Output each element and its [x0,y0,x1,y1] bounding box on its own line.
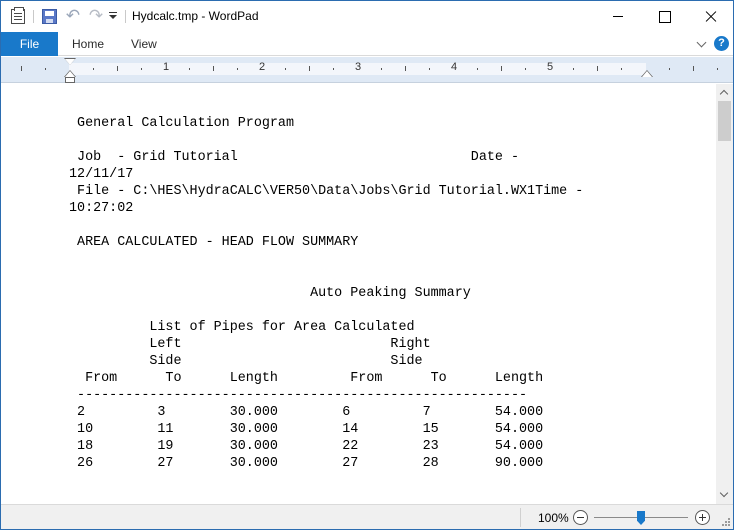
ruler-mark [429,68,430,70]
help-icon[interactable]: ? [714,36,729,51]
ruler-mark [93,68,94,70]
ruler-mark [141,68,142,70]
zoom-slider-thumb[interactable] [637,511,645,525]
ruler-mark [669,68,670,70]
title-bar[interactable]: ↶ ↷ Hydcalc.tmp - WordPad [1,1,733,32]
document-line[interactable]: Auto Peaking Summary [69,285,709,302]
ruler-mark [117,66,118,71]
zoom-level[interactable]: 100% [538,511,569,525]
first-line-indent-marker-fill [65,59,75,65]
scroll-down-arrow-icon[interactable] [716,487,733,504]
ruler-mark [405,66,406,71]
title-separator [33,10,34,23]
document-line[interactable] [69,302,709,319]
ruler-mark [285,68,286,70]
ruler-mark [693,66,694,71]
vertical-scrollbar[interactable] [716,84,733,504]
resize-grip-icon[interactable] [721,517,731,527]
ruler-mark [573,68,574,70]
ruler-mark [381,68,382,70]
document-line[interactable]: General Calculation Program [69,115,709,132]
undo-icon[interactable]: ↶ [64,7,82,25]
right-indent-marker-fill [642,71,652,77]
document-line[interactable]: 10:27:02 [69,200,709,217]
document-line[interactable]: 26 27 30.000 27 28 90.000 [69,455,709,472]
wordpad-window: ↶ ↷ Hydcalc.tmp - WordPad File Home View… [0,0,734,530]
document-text[interactable]: General Calculation Program Job - Grid T… [69,115,709,472]
document-line[interactable] [69,251,709,268]
ribbon-tab-bar: File Home View ? [1,32,733,56]
document-line[interactable]: AREA CALCULATED - HEAD FLOW SUMMARY [69,234,709,251]
ruler-mark [45,68,46,70]
document-line[interactable]: File - C:\HES\HydraCALC\VER50\Data\Jobs\… [69,183,709,200]
document-line[interactable] [69,217,709,234]
document-line[interactable]: From To Length From To Length [69,370,709,387]
scroll-thumb[interactable] [718,101,731,141]
ruler-mark [333,68,334,70]
zoom-in-icon[interactable] [695,510,710,525]
ruler-mark [237,68,238,70]
ruler-mark [525,68,526,70]
maximize-button[interactable] [641,1,687,31]
document-line[interactable]: ----------------------------------------… [69,387,709,404]
document-line[interactable]: 18 19 30.000 22 23 54.000 [69,438,709,455]
ruler-number: 2 [259,61,266,73]
left-indent-marker[interactable] [65,77,75,83]
document-line[interactable]: Left Right [69,336,709,353]
ruler-mark [189,68,190,70]
ruler-number: 1 [163,61,170,73]
title-separator [125,10,126,23]
ruler-left-margin [1,63,69,75]
ruler-mark [501,66,502,71]
status-bar: 100% [1,504,733,529]
tab-file[interactable]: File [1,32,58,56]
ruler-mark [21,66,22,71]
wordpad-app-icon[interactable] [11,7,25,24]
customize-dropdown-icon[interactable] [107,9,119,23]
ruler-mark [621,68,622,70]
ruler-number: 4 [451,61,458,73]
document-line[interactable]: 12/11/17 [69,166,709,183]
tab-home[interactable]: Home [72,32,104,56]
tab-view[interactable]: View [131,32,157,56]
save-icon[interactable] [42,9,57,24]
ruler-right-margin [646,63,733,75]
document-area[interactable]: General Calculation Program Job - Grid T… [1,84,716,504]
scroll-up-arrow-icon[interactable] [716,84,733,101]
document-line[interactable]: 2 3 30.000 6 7 54.000 [69,404,709,421]
ruler[interactable]: 1 2 3 4 5 [1,57,733,83]
ruler-track [1,63,733,75]
ruler-number: 3 [355,61,362,73]
redo-icon[interactable]: ↷ [87,7,105,25]
document-line[interactable]: List of Pipes for Area Calculated [69,319,709,336]
ruler-number: 5 [547,61,554,73]
collapse-ribbon-chevron-icon[interactable] [697,39,707,49]
ruler-mark [309,66,310,71]
status-separator [520,508,521,527]
ruler-mark [597,66,598,71]
document-line[interactable]: Job - Grid Tutorial Date - [69,149,709,166]
document-line[interactable] [69,268,709,285]
zoom-out-icon[interactable] [573,510,588,525]
document-line[interactable]: Side Side [69,353,709,370]
window-title: Hydcalc.tmp - WordPad [132,9,259,23]
close-button[interactable] [687,1,733,31]
ruler-mark [213,66,214,71]
document-line[interactable] [69,132,709,149]
ruler-mark [477,68,478,70]
document-line[interactable]: 10 11 30.000 14 15 54.000 [69,421,709,438]
ruler-mark [717,68,718,70]
minimize-button[interactable] [595,1,641,31]
